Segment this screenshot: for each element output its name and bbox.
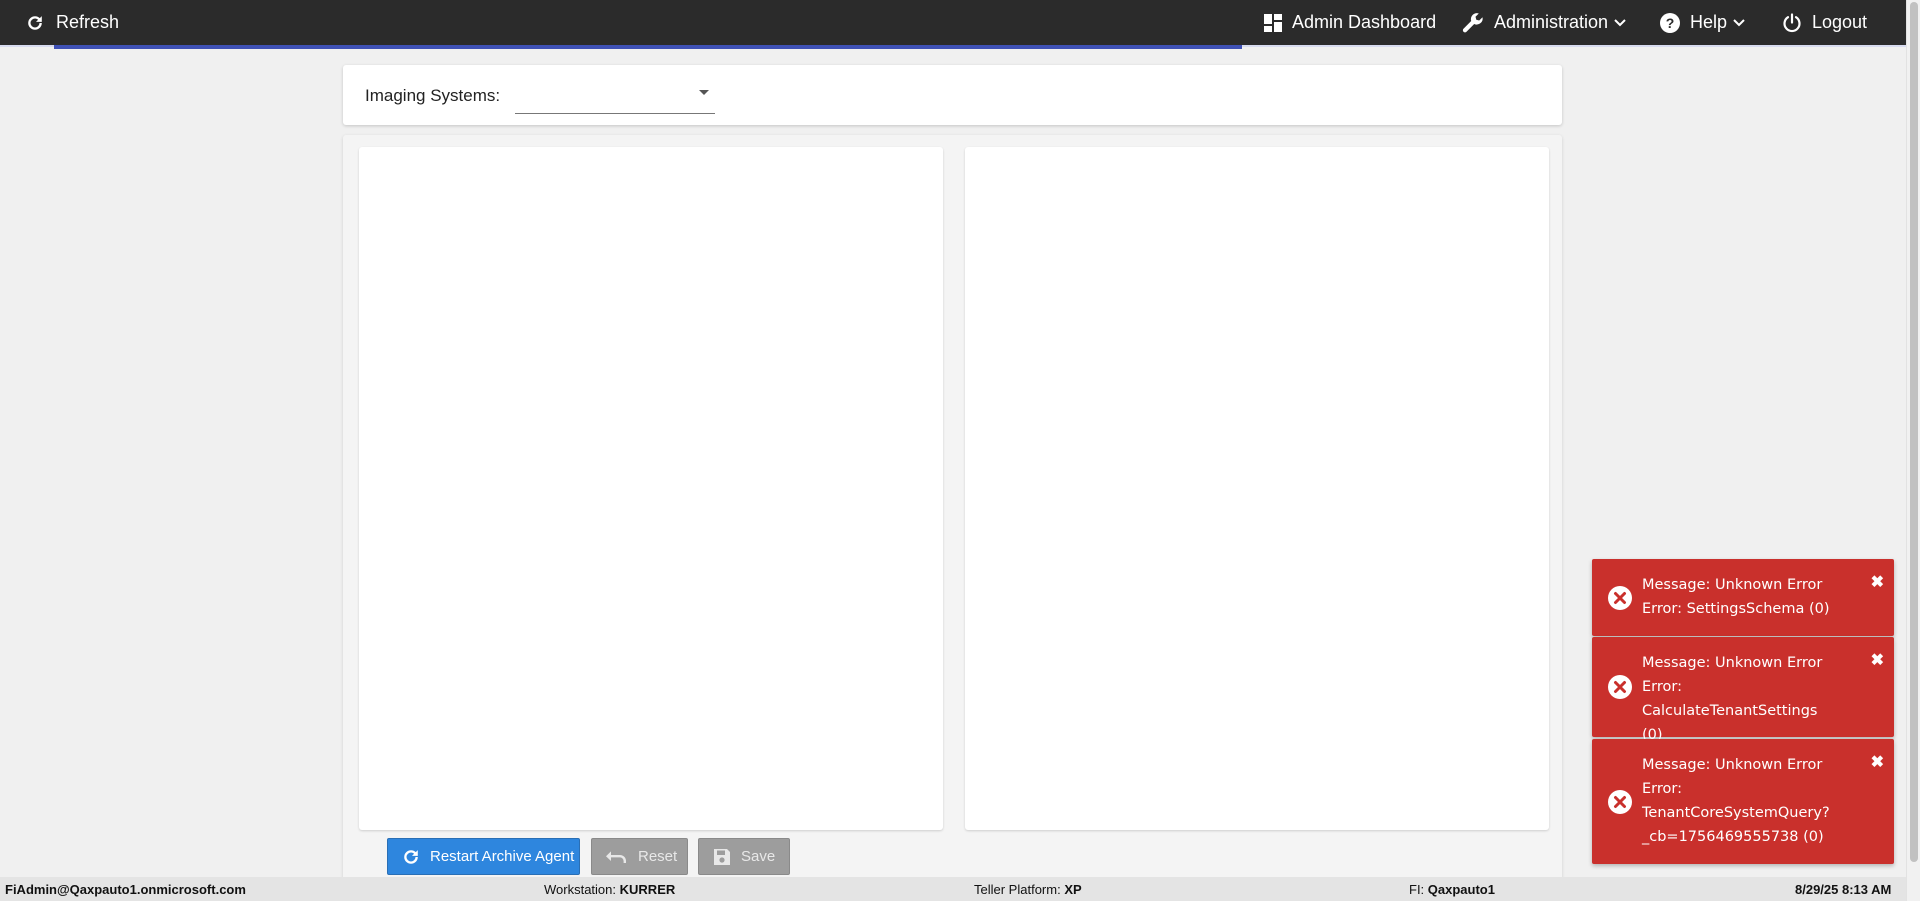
close-icon[interactable]: ✖ xyxy=(1871,575,1884,591)
status-user: FiAdmin@Qaxpauto1.onmicrosoft.com xyxy=(5,882,246,897)
save-label: Save xyxy=(741,848,776,865)
help-icon: ? xyxy=(1660,12,1680,33)
toast-line: Message: Unknown Error xyxy=(1642,655,1823,671)
svg-text:?: ? xyxy=(1666,15,1675,31)
status-fi: FI: Qaxpauto1 xyxy=(1409,882,1495,897)
error-toast: Message: Unknown Error Error: TenantCore… xyxy=(1592,739,1894,864)
refresh-icon xyxy=(26,14,44,32)
reset-button[interactable]: Reset xyxy=(591,838,688,875)
refresh-label: Refresh xyxy=(56,12,120,32)
dashboard-icon xyxy=(1264,13,1282,32)
chevron-down-icon xyxy=(1733,18,1745,27)
chevron-down-icon xyxy=(1614,18,1626,27)
workstation-value: KURRER xyxy=(619,882,676,897)
undo-icon xyxy=(606,850,628,864)
error-icon xyxy=(1608,789,1632,814)
toast-line: TenantCoreSystemQuery? xyxy=(1642,805,1830,821)
error-toast: Message: Unknown Error Error: SettingsSc… xyxy=(1592,559,1894,636)
workstation-label: Workstation: xyxy=(544,882,617,897)
top-nav-bar: Refresh Admin Dashboard Administration ?… xyxy=(0,0,1906,45)
status-platform: Teller Platform: XP xyxy=(974,882,1082,897)
toast-message: Message: Unknown Error Error: SettingsSc… xyxy=(1642,573,1860,621)
save-icon xyxy=(713,848,731,866)
imaging-systems-card: Imaging Systems: xyxy=(343,65,1562,125)
status-datetime: 8/29/25 8:13 AM xyxy=(1795,882,1892,897)
restart-icon xyxy=(402,848,420,866)
restart-label: Restart Archive Agent xyxy=(430,848,575,865)
help-label: Help xyxy=(1690,12,1728,32)
close-icon[interactable]: ✖ xyxy=(1871,755,1884,771)
logout-button[interactable]: Logout xyxy=(1782,0,1867,45)
page-scrollbar[interactable] xyxy=(1906,0,1920,901)
admin-dashboard-link[interactable]: Admin Dashboard xyxy=(1264,0,1436,45)
administration-menu[interactable]: Administration xyxy=(1462,0,1626,45)
admin-dashboard-label: Admin Dashboard xyxy=(1292,12,1437,32)
fi-value: Qaxpauto1 xyxy=(1427,882,1495,897)
refresh-button[interactable]: Refresh xyxy=(26,0,119,45)
error-icon xyxy=(1608,585,1632,610)
toast-line: Error: CalculateTenantSettings xyxy=(1642,679,1818,719)
logout-label: Logout xyxy=(1812,12,1868,32)
loading-progress-bar xyxy=(54,45,1242,49)
toast-line: Message: Unknown Error xyxy=(1642,757,1823,773)
toast-line: _cb=1756469555738 (0) xyxy=(1642,829,1824,845)
dropdown-caret-icon xyxy=(699,90,709,95)
administration-label: Administration xyxy=(1494,12,1609,32)
scrollbar-thumb[interactable] xyxy=(1910,2,1918,862)
close-icon[interactable]: ✖ xyxy=(1871,653,1884,669)
error-icon xyxy=(1608,675,1632,699)
error-toast: Message: Unknown Error Error: CalculateT… xyxy=(1592,637,1894,743)
wrench-icon xyxy=(1462,12,1484,34)
help-menu[interactable]: ? Help xyxy=(1660,0,1745,45)
fi-label: FI: xyxy=(1409,882,1425,897)
right-panel xyxy=(965,147,1549,830)
platform-value: XP xyxy=(1064,882,1082,897)
left-panel xyxy=(359,147,943,830)
imaging-systems-label: Imaging Systems: xyxy=(365,86,501,105)
main-content-card: Restart Archive Agent Reset Save xyxy=(343,135,1562,880)
status-bar: FiAdmin@Qaxpauto1.onmicrosoft.com Workst… xyxy=(0,877,1906,901)
toast-message: Message: Unknown Error Error: CalculateT… xyxy=(1642,651,1860,747)
restart-archive-agent-button[interactable]: Restart Archive Agent xyxy=(387,838,580,875)
power-icon xyxy=(1782,12,1802,33)
reset-label: Reset xyxy=(638,848,678,865)
toast-message: Message: Unknown Error Error: TenantCore… xyxy=(1642,753,1860,849)
toast-line: Message: Unknown Error xyxy=(1642,577,1823,593)
toast-line: Error: SettingsSchema (0) xyxy=(1642,601,1830,617)
status-workstation: Workstation: KURRER xyxy=(544,882,675,897)
platform-label: Teller Platform: xyxy=(974,882,1061,897)
imaging-systems-select[interactable] xyxy=(515,78,715,114)
toast-line: Error: xyxy=(1642,781,1682,797)
save-button[interactable]: Save xyxy=(698,838,790,875)
